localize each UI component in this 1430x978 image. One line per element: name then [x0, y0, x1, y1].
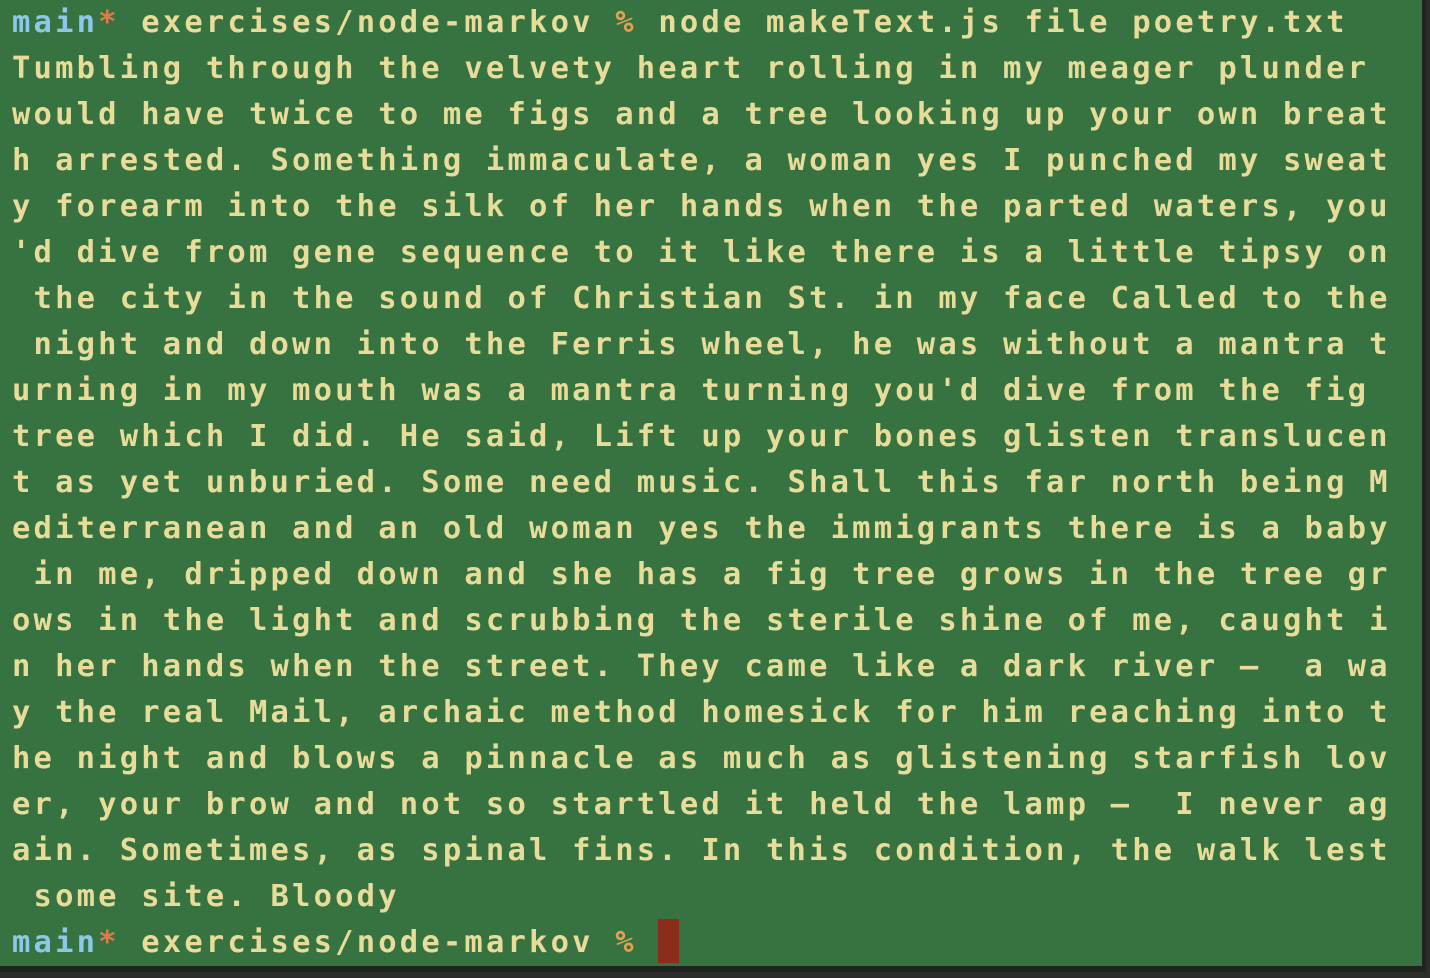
terminal-window[interactable]: main* exercises/node-markov % node makeT…: [0, 0, 1426, 972]
prompt-line-command: main* exercises/node-markov % node makeT…: [12, 0, 1348, 46]
prompt-line-active[interactable]: main* exercises/node-markov %: [12, 918, 680, 966]
output-line: some site. Bloody: [12, 879, 400, 914]
output-line: he night and blows a pinnacle as much as…: [12, 741, 1391, 776]
output-line: h arrested. Something immaculate, a woma…: [12, 143, 1391, 178]
output-line: tree which I did. He said, Lift up your …: [12, 419, 1391, 454]
output-line: would have twice to me figs and a tree l…: [12, 97, 1391, 132]
git-dirty-marker: *: [98, 925, 120, 960]
output-line: editerranean and an old woman yes the im…: [12, 511, 1391, 546]
current-path: exercises/node-markov: [141, 925, 594, 960]
prompt-symbol: %: [615, 925, 637, 960]
command-text: node makeText.js file poetry.txt: [658, 5, 1348, 40]
output-line: er, your brow and not so startled it hel…: [12, 787, 1391, 822]
output-line: Tumbling through the velvety heart rolli…: [12, 51, 1370, 86]
output-line: 'd dive from gene sequence to it like th…: [12, 235, 1391, 270]
output-line: urning in my mouth was a mantra turning …: [12, 373, 1370, 408]
output-line: ain. Sometimes, as spinal fins. In this …: [12, 833, 1391, 868]
output-line: t as yet unburied. Some need music. Shal…: [12, 465, 1391, 500]
output-line: n her hands when the street. They came l…: [12, 649, 1391, 684]
text-cursor[interactable]: [658, 918, 680, 963]
prompt-symbol: %: [615, 5, 637, 40]
current-path: exercises/node-markov: [141, 5, 594, 40]
output-line: night and down into the Ferris wheel, he…: [12, 327, 1391, 362]
output-line: in me, dripped down and she has a fig tr…: [12, 557, 1391, 592]
git-dirty-marker: *: [98, 5, 120, 40]
git-branch: main: [12, 5, 99, 40]
git-branch: main: [12, 925, 99, 960]
output-line: y the real Mail, archaic method homesick…: [12, 695, 1391, 730]
output-line: ows in the light and scrubbing the steri…: [12, 603, 1391, 638]
output-line: y forearm into the silk of her hands whe…: [12, 189, 1391, 224]
output-line: the city in the sound of Christian St. i…: [12, 281, 1391, 316]
